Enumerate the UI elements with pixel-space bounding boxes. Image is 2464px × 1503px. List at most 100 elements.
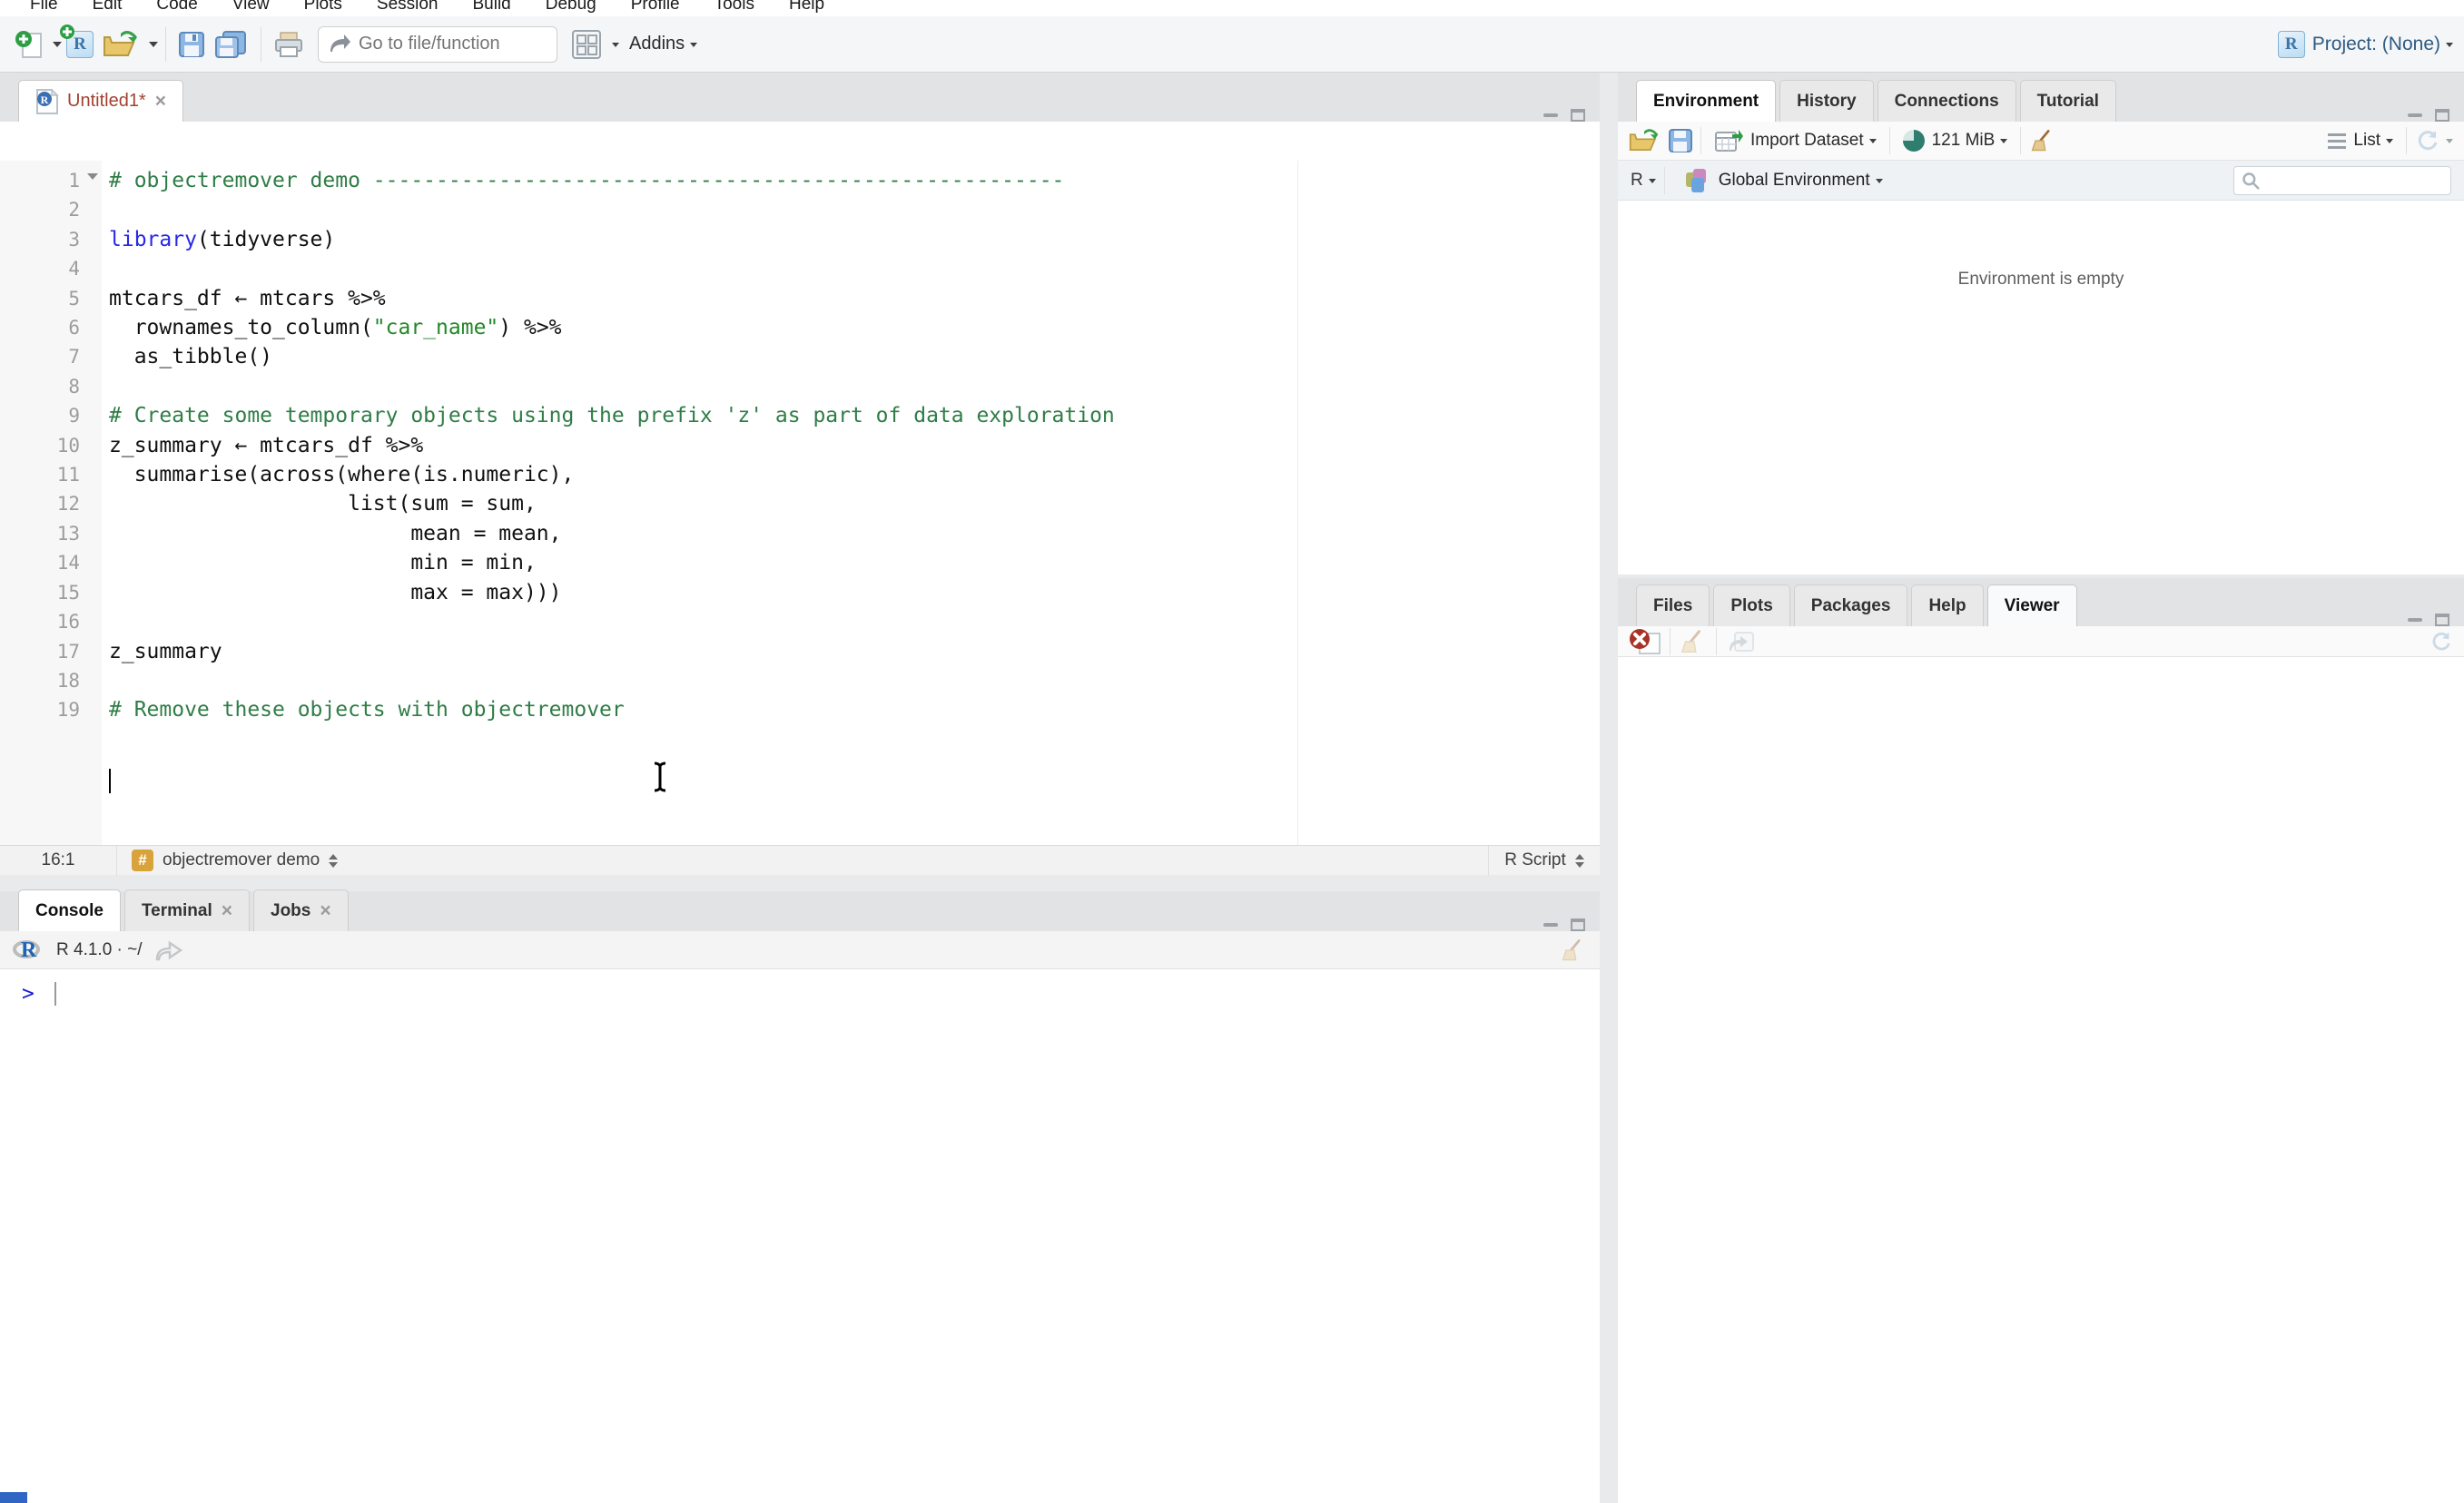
open-file-button[interactable] xyxy=(98,26,143,63)
maximize-pane-icon[interactable] xyxy=(1571,109,1585,122)
goto-file-search[interactable] xyxy=(318,25,557,63)
console-tab-close-icon[interactable]: × xyxy=(320,900,330,922)
code-line: library(tidyverse) xyxy=(109,225,1115,254)
menu-item-profile[interactable]: Profile xyxy=(614,0,697,16)
code-segment: # Remove these objects with objectremove… xyxy=(109,698,625,722)
code-segment: mtcars_df ← mtcars %>% xyxy=(109,286,386,310)
console-tab-close-icon[interactable]: × xyxy=(222,900,232,922)
language-dropdown[interactable] xyxy=(1648,178,1656,187)
code-segment: rownames_to_column( xyxy=(109,316,373,340)
console-tab-bar: Console Terminal × Jobs × xyxy=(0,889,1600,931)
environment-search-input[interactable] xyxy=(2265,171,2438,190)
scope-dropdown[interactable] xyxy=(1875,178,1883,187)
menu-item-view[interactable]: View xyxy=(215,0,287,16)
clear-viewer-button[interactable] xyxy=(1629,628,1661,655)
popout-console-icon[interactable] xyxy=(155,939,182,961)
console-tab-label: Jobs xyxy=(271,900,311,920)
console-input-area[interactable]: > xyxy=(0,969,1600,1503)
console-tab-console[interactable]: Console xyxy=(18,889,121,931)
minimize-pane-icon[interactable] xyxy=(2408,618,2422,622)
environment-tab-environment[interactable]: Environment xyxy=(1636,80,1777,122)
load-workspace-icon[interactable] xyxy=(1629,128,1660,153)
files-tab-viewer[interactable]: Viewer xyxy=(1986,584,2077,626)
fold-arrow-icon[interactable] xyxy=(87,173,98,185)
maximize-pane-icon[interactable] xyxy=(2435,614,2449,626)
new-project-icon: R xyxy=(60,24,94,58)
environment-tab-history[interactable]: History xyxy=(1779,80,1874,122)
svg-text:R: R xyxy=(41,93,49,106)
environment-empty-message: Environment is empty xyxy=(1957,270,2124,289)
menu-item-session[interactable]: Session xyxy=(360,0,456,16)
environment-scope-label[interactable]: Global Environment xyxy=(1719,171,1870,191)
menu-item-tools[interactable]: Tools xyxy=(697,0,772,16)
menu-item-debug[interactable]: Debug xyxy=(528,0,614,16)
clear-viewer-icon xyxy=(1630,628,1661,654)
code-editor[interactable]: 1 2 3 4 5 6 7 8 9 10 11 12 13 14 15 16 17 18 19 # objectre… xyxy=(0,161,1600,845)
project-dropdown xyxy=(2446,42,2453,51)
goto-file-input[interactable] xyxy=(359,34,540,54)
console-tab-terminal[interactable]: Terminal × xyxy=(123,889,250,931)
open-recent-dropdown[interactable] xyxy=(149,41,158,52)
minimize-pane-icon[interactable] xyxy=(1543,923,1558,927)
panes-grid-icon xyxy=(572,29,601,59)
new-file-dropdown[interactable] xyxy=(53,41,62,52)
refresh-dropdown[interactable] xyxy=(2446,139,2453,147)
minimize-pane-icon[interactable] xyxy=(2408,113,2422,117)
viewer-popout-icon[interactable] xyxy=(1725,629,1756,654)
maximize-pane-icon[interactable] xyxy=(1571,918,1585,931)
environment-tab-tutorial[interactable]: Tutorial xyxy=(2019,80,2116,122)
project-menu-button[interactable]: R Project: (None) xyxy=(2277,30,2453,58)
menu-item-plots[interactable]: Plots xyxy=(287,0,360,16)
code-segment: z_summary ← mtcars_df %>% xyxy=(109,433,424,457)
toolbar-separator xyxy=(1888,127,1890,154)
clear-all-viewer-broom-icon[interactable] xyxy=(1679,628,1708,655)
refresh-viewer-icon[interactable] xyxy=(2430,630,2453,653)
text-cursor xyxy=(109,769,111,793)
save-workspace-icon[interactable] xyxy=(1669,129,1692,152)
menu-item-help[interactable]: Help xyxy=(772,0,842,16)
new-project-button[interactable]: R xyxy=(60,24,98,62)
menu-item-build[interactable]: Build xyxy=(456,0,528,16)
document-type-label: R Script xyxy=(1504,850,1566,869)
view-mode-dropdown xyxy=(2386,139,2393,147)
save-button[interactable] xyxy=(173,27,210,62)
files-tab-plots[interactable]: Plots xyxy=(1713,584,1790,626)
environment-search-box[interactable] xyxy=(2233,165,2451,195)
workspace-panes-button[interactable] xyxy=(567,25,606,64)
files-tab-packages[interactable]: Packages xyxy=(1793,584,1908,626)
document-type-selector[interactable]: R Script xyxy=(1489,850,1600,872)
chunk-navigator[interactable]: # objectremover demo xyxy=(117,850,1488,872)
r-logo-icon: R xyxy=(13,938,44,962)
maximize-pane-icon[interactable] xyxy=(2435,109,2449,122)
menu-item-file[interactable]: File xyxy=(13,0,75,16)
console-tab-jobs[interactable]: Jobs × xyxy=(253,889,349,931)
files-tab-files[interactable]: Files xyxy=(1636,584,1710,626)
refresh-environment-icon[interactable] xyxy=(2415,128,2440,153)
new-file-button[interactable] xyxy=(11,26,47,63)
panes-dropdown[interactable] xyxy=(612,42,619,51)
clear-environment-broom-icon[interactable] xyxy=(2029,128,2056,153)
memory-usage-label: 121 MiB xyxy=(1931,131,1996,150)
menu-item-code[interactable]: Code xyxy=(139,0,214,16)
files-tab-help[interactable]: Help xyxy=(1911,584,1984,626)
language-selector[interactable]: R xyxy=(1631,171,1643,191)
code-line: mtcars_df ← mtcars %>% xyxy=(109,284,1115,313)
code-line: min = min, xyxy=(109,548,1115,577)
editor-tab-untitled1[interactable]: R Untitled1* × xyxy=(18,80,183,122)
import-dataset-button[interactable]: Import Dataset xyxy=(1710,125,1881,156)
save-all-button[interactable] xyxy=(210,26,253,63)
addins-button[interactable]: Addins xyxy=(619,30,702,58)
minimize-pane-icon[interactable] xyxy=(1543,113,1558,117)
line-number: 18 xyxy=(56,669,80,692)
code-segment: as_tibble() xyxy=(109,345,273,369)
environment-tab-connections[interactable]: Connections xyxy=(1877,80,2016,122)
environment-view-mode-button[interactable]: List xyxy=(2323,127,2398,154)
editor-tab-close-icon[interactable]: × xyxy=(155,91,166,113)
files-tab-label: Plots xyxy=(1730,595,1773,615)
menu-item-edit[interactable]: Edit xyxy=(75,0,140,16)
print-button[interactable] xyxy=(269,27,309,62)
clear-console-broom-icon[interactable] xyxy=(1560,938,1587,963)
memory-usage-button[interactable]: 121 MiB xyxy=(1898,126,2013,155)
